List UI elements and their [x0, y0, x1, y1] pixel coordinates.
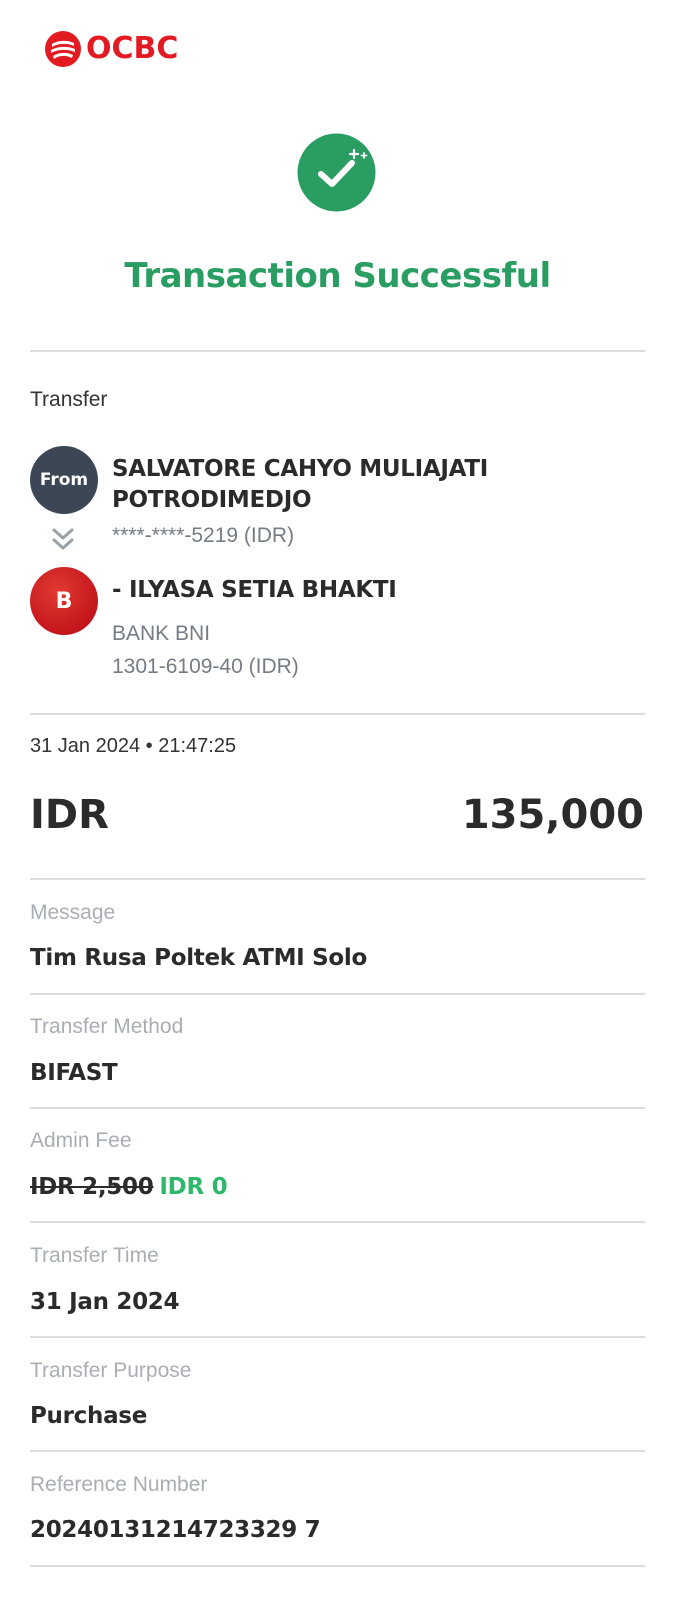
divider: [30, 1450, 645, 1452]
divider: [30, 993, 645, 995]
divider: [30, 713, 645, 715]
reference-number-value: 20240131214723329 7: [30, 1517, 321, 1543]
ocbc-logo: OCBC: [44, 30, 178, 68]
from-avatar: From: [30, 446, 98, 514]
from-account-name: SALVATORE CAHYO MULIAJATI POTRODIMEDJO: [112, 456, 488, 513]
to-account-number: 1301-6109-40 (IDR): [112, 655, 299, 678]
divider: [30, 878, 645, 880]
transaction-receipt: OCBC Transaction Successful Transfer Fro…: [0, 0, 689, 1600]
admin-fee-value: IDR 2,500 IDR 0: [30, 1174, 228, 1200]
message-value: Tim Rusa Poltek ATMI Solo: [30, 945, 367, 971]
divider: [30, 1336, 645, 1338]
message-label: Message: [30, 901, 116, 924]
transfer-method-value: BIFAST: [30, 1060, 118, 1086]
transfer-time-label: Transfer Time: [30, 1244, 159, 1267]
divider: [30, 1107, 645, 1109]
amount-currency: IDR: [30, 792, 109, 838]
transfer-section-label: Transfer: [30, 388, 108, 411]
double-chevron-down-icon: [52, 528, 74, 550]
reference-number-label: Reference Number: [30, 1473, 208, 1496]
divider: [30, 1565, 645, 1567]
check-circle-icon: [297, 133, 376, 212]
ocbc-logo-text: OCBC: [86, 31, 179, 66]
transaction-datetime: 31 Jan 2024 • 21:47:25: [30, 735, 237, 757]
transfer-purpose-label: Transfer Purpose: [30, 1359, 192, 1382]
amount-value: 135,000: [461, 792, 644, 838]
transfer-method-label: Transfer Method: [30, 1015, 184, 1038]
to-bank-name: BANK BNI: [112, 622, 211, 645]
to-avatar: B: [30, 567, 98, 635]
status-title: Transaction Successful: [124, 256, 551, 296]
to-account-name: - ILYASA SETIA BHAKTI: [112, 577, 397, 603]
admin-fee-label: Admin Fee: [30, 1129, 132, 1152]
admin-fee-original: IDR 2,500: [30, 1174, 154, 1200]
admin-fee-final: IDR 0: [159, 1174, 228, 1200]
from-account-number: ****-****-5219 (IDR): [112, 524, 295, 547]
transfer-purpose-value: Purchase: [30, 1403, 147, 1429]
transfer-time-value: 31 Jan 2024: [30, 1289, 180, 1315]
divider: [30, 350, 645, 352]
divider: [30, 1221, 645, 1223]
ocbc-logo-icon: [45, 31, 81, 67]
